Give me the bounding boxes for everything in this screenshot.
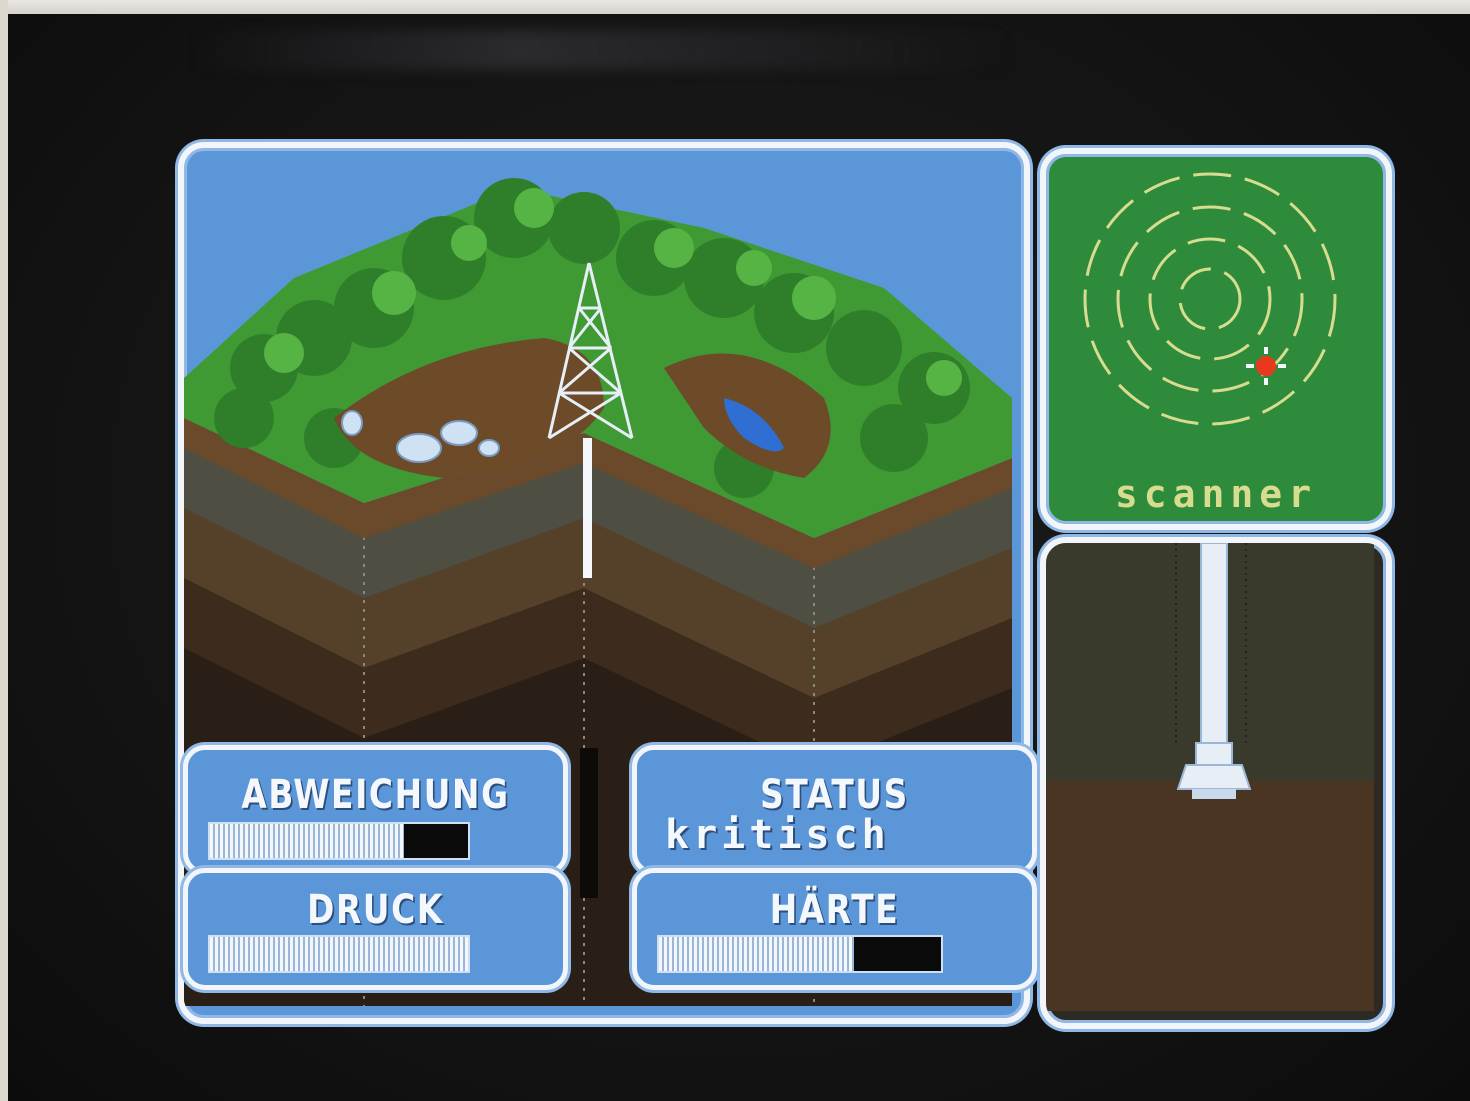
radar-ring-outer xyxy=(1083,172,1337,426)
drill-closeup-panel xyxy=(1040,537,1392,1029)
scanner-panel: scanner xyxy=(1040,148,1392,530)
radar-ring-inner xyxy=(1148,237,1272,361)
status-panel: STATUS kritisch xyxy=(632,745,1037,875)
abweichung-bar xyxy=(208,822,470,860)
druck-gauge: DRUCK xyxy=(183,868,568,990)
druck-bar-fill xyxy=(210,937,468,971)
drill-bit-view xyxy=(1046,543,1374,1011)
scanner-radar xyxy=(1083,172,1337,426)
photo-border-left xyxy=(0,0,8,1101)
photo-border-top xyxy=(0,0,1470,14)
target-marker-icon xyxy=(1246,347,1286,385)
abweichung-bar-fill xyxy=(210,824,404,858)
drill-pipe xyxy=(1200,543,1228,744)
haerte-gauge: HÄRTE xyxy=(632,868,1037,990)
scanner-label: scanner xyxy=(1114,472,1318,516)
abweichung-label: ABWEICHUNG xyxy=(241,772,510,818)
abweichung-gauge: ABWEICHUNG xyxy=(183,745,568,875)
radar-ring-center xyxy=(1178,267,1242,331)
haerte-bar-fill xyxy=(659,937,854,971)
haerte-label: HÄRTE xyxy=(769,887,900,933)
druck-bar xyxy=(208,935,470,973)
drill-bit-icon xyxy=(1176,764,1252,790)
status-value: kritisch xyxy=(665,812,890,858)
haerte-bar xyxy=(657,935,943,973)
screen-glare xyxy=(190,30,1010,70)
druck-label: DRUCK xyxy=(307,887,444,933)
drill-shaft xyxy=(583,438,592,578)
